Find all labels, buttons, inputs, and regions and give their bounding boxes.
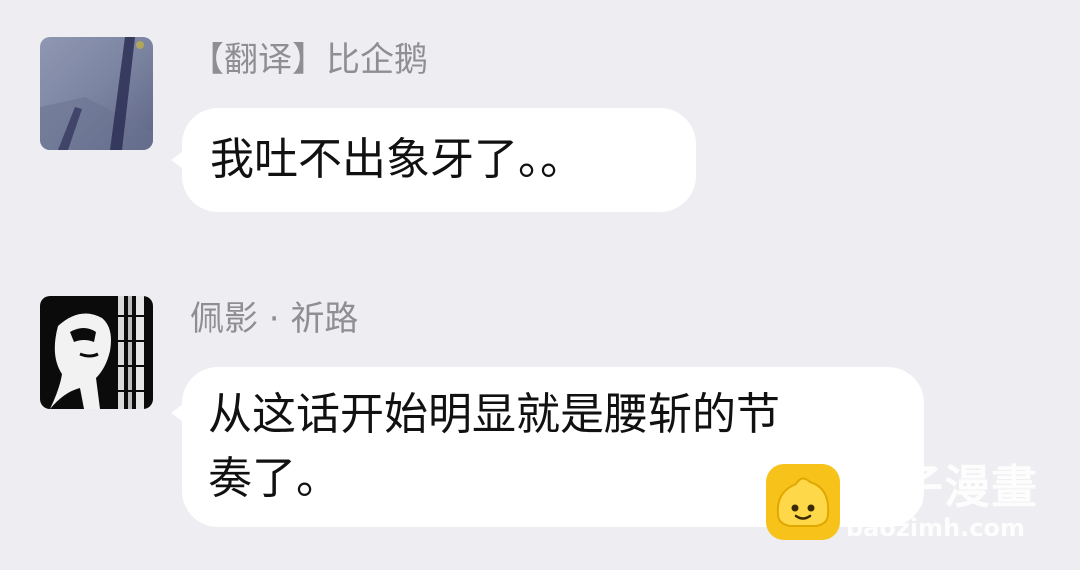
avatar-photo-2 <box>40 296 153 409</box>
bun-mascot-icon <box>766 464 840 540</box>
message-bubble-1[interactable]: 我吐不出象牙了。。 <box>171 108 696 212</box>
sender-name-2: 佩影 · 祈路 <box>190 299 359 339</box>
bubble-tail <box>171 401 187 425</box>
sender-avatar-2[interactable] <box>40 296 153 409</box>
avatar-photo-1 <box>40 37 153 150</box>
bubble-tail <box>171 148 187 172</box>
sender-avatar-1[interactable] <box>40 37 153 150</box>
watermark-domain: baozimh.com <box>846 514 1025 542</box>
sender-name-1: 【翻译】比企鹅 <box>190 40 428 80</box>
watermark: 包子漫畫 baozimh.com <box>766 462 1066 552</box>
watermark-title: 包子漫畫 <box>850 460 1038 514</box>
message-text-1: 我吐不出象牙了。。 <box>210 134 584 185</box>
